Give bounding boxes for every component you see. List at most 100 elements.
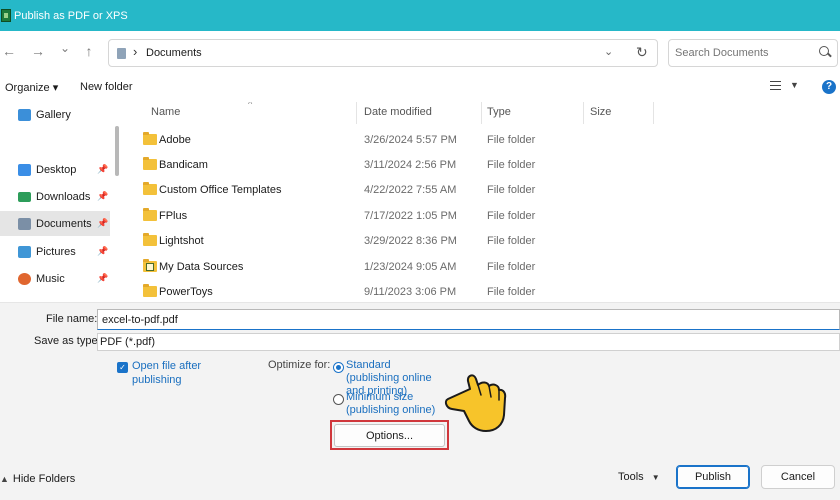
pin-icon[interactable]: 📌 bbox=[97, 273, 108, 284]
file-date: 1/23/2024 9:05 AM bbox=[364, 261, 457, 273]
pin-icon[interactable]: 📌 bbox=[97, 191, 108, 202]
pin-icon[interactable]: 📌 bbox=[97, 218, 108, 229]
hide-folders-label: Hide Folders bbox=[12, 473, 76, 485]
tools-dropdown[interactable]: Tools ▼ bbox=[618, 471, 660, 483]
documents-location-icon bbox=[117, 48, 126, 59]
file-date: 9/11/2023 3:06 PM bbox=[364, 286, 457, 298]
table-row[interactable]: Bandicam 3/11/2024 2:56 PM File folder bbox=[120, 153, 840, 178]
download-icon bbox=[18, 191, 31, 202]
column-divider[interactable] bbox=[356, 102, 357, 124]
file-type: File folder bbox=[487, 235, 536, 247]
view-dropdown-icon[interactable]: ▼ bbox=[790, 80, 799, 90]
file-type: File folder bbox=[487, 134, 536, 146]
column-header-type[interactable]: Type bbox=[487, 106, 511, 118]
folder-icon bbox=[143, 157, 157, 170]
file-date: 4/22/2022 7:55 AM bbox=[364, 184, 457, 196]
path-separator-icon: › bbox=[133, 44, 138, 59]
navigation-pane: Gallery Desktop 📌 Downloads 📌 Documents … bbox=[0, 102, 120, 302]
forward-arrow-icon[interactable]: → bbox=[29, 42, 47, 60]
column-divider[interactable] bbox=[481, 102, 482, 124]
refresh-icon[interactable]: ↻ bbox=[636, 44, 648, 61]
file-type: File folder bbox=[487, 286, 536, 298]
folder-icon bbox=[143, 284, 157, 297]
sidebar-item-documents[interactable]: Documents 📌 bbox=[0, 211, 110, 236]
file-name: My Data Sources bbox=[159, 261, 244, 273]
excel-app-icon bbox=[1, 9, 11, 22]
tools-label: Tools bbox=[618, 471, 644, 483]
file-type: File folder bbox=[487, 159, 536, 171]
file-name: Custom Office Templates bbox=[159, 184, 282, 196]
sidebar-item-label: Pictures bbox=[36, 245, 76, 258]
column-divider[interactable] bbox=[653, 102, 654, 124]
search-box[interactable]: Search Documents bbox=[668, 39, 838, 67]
table-row[interactable]: Adobe 3/26/2024 5:57 PM File folder bbox=[120, 128, 840, 153]
address-dropdown-icon[interactable]: ⌄ bbox=[604, 45, 613, 58]
file-type: File folder bbox=[487, 261, 536, 273]
documents-icon bbox=[18, 217, 31, 230]
pin-icon[interactable]: 📌 bbox=[97, 246, 108, 257]
table-row[interactable]: PowerToys 9/11/2023 3:06 PM File folder bbox=[120, 280, 840, 302]
table-row[interactable]: My Data Sources 1/23/2024 9:05 AM File f… bbox=[120, 255, 840, 280]
file-name-input[interactable] bbox=[97, 309, 840, 330]
recent-locations-chevron-icon[interactable]: ⌄ bbox=[56, 39, 74, 57]
file-name: PowerToys bbox=[159, 286, 213, 298]
sidebar-scrollbar[interactable] bbox=[115, 126, 119, 176]
back-arrow-icon[interactable]: ← bbox=[0, 42, 18, 60]
table-row[interactable]: Custom Office Templates 4/22/2022 7:55 A… bbox=[120, 178, 840, 203]
column-divider[interactable] bbox=[583, 102, 584, 124]
sidebar-item-pictures[interactable]: Pictures 📌 bbox=[0, 239, 110, 264]
sidebar-item-desktop[interactable]: Desktop 📌 bbox=[0, 157, 110, 182]
minimum-size-radio[interactable] bbox=[333, 394, 344, 405]
hide-folders-toggle[interactable]: ▲ Hide Folders bbox=[0, 473, 75, 485]
help-icon[interactable]: ? bbox=[822, 80, 836, 94]
publish-button[interactable]: Publish bbox=[676, 465, 750, 489]
column-header-date[interactable]: Date modified bbox=[364, 106, 432, 118]
file-name: Bandicam bbox=[159, 159, 208, 171]
title-bar: Publish as PDF or XPS bbox=[0, 0, 840, 31]
window-title: Publish as PDF or XPS bbox=[14, 9, 128, 22]
save-as-type-label: Save as type: bbox=[34, 335, 101, 347]
open-after-label[interactable]: Open file after publishing bbox=[132, 359, 242, 387]
open-after-checkbox[interactable]: ✓ bbox=[117, 362, 128, 373]
sort-ascending-icon: ^ bbox=[248, 102, 253, 109]
column-header-size[interactable]: Size bbox=[590, 106, 611, 118]
organize-button[interactable]: Organize ▾ bbox=[5, 81, 58, 94]
address-bar[interactable]: › Documents ⌄ ↻ bbox=[108, 39, 658, 67]
save-as-type-select[interactable]: PDF (*.pdf) bbox=[97, 333, 840, 351]
sidebar-item-label: Downloads bbox=[36, 190, 91, 203]
search-placeholder: Search Documents bbox=[675, 47, 769, 59]
data-sources-folder-icon bbox=[143, 259, 157, 272]
file-list: ^ Name Date modified Type Size Adobe 3/2… bbox=[120, 102, 840, 302]
file-type: File folder bbox=[487, 184, 536, 196]
sidebar-item-music[interactable]: Music 📌 bbox=[0, 266, 110, 291]
new-folder-button[interactable]: New folder bbox=[80, 81, 133, 93]
cancel-button[interactable]: Cancel bbox=[761, 465, 835, 489]
file-date: 7/17/2022 1:05 PM bbox=[364, 210, 457, 222]
view-options-icon[interactable] bbox=[770, 81, 781, 90]
minimum-size-label[interactable]: Minimum size (publishing online) bbox=[346, 391, 441, 417]
optimize-for-label: Optimize for: bbox=[268, 359, 331, 371]
file-name: Adobe bbox=[159, 134, 191, 146]
search-icon[interactable] bbox=[819, 46, 829, 56]
breadcrumb-documents[interactable]: Documents bbox=[146, 47, 202, 59]
up-arrow-icon[interactable]: ↑ bbox=[80, 42, 98, 60]
table-row[interactable]: Lightshot 3/29/2022 8:36 PM File folder bbox=[120, 229, 840, 254]
save-options-panel: File name: Save as type: PDF (*.pdf) ✓ O… bbox=[0, 302, 840, 500]
file-type: File folder bbox=[487, 210, 536, 222]
sidebar-item-gallery[interactable]: Gallery bbox=[0, 102, 110, 127]
file-date: 3/11/2024 2:56 PM bbox=[364, 159, 457, 171]
file-name-label: File name: bbox=[46, 313, 98, 325]
sidebar-item-label: Music bbox=[36, 272, 65, 285]
column-header-name[interactable]: Name bbox=[151, 106, 180, 118]
tools-dropdown-icon: ▼ bbox=[651, 473, 660, 482]
pin-icon[interactable]: 📌 bbox=[97, 164, 108, 175]
options-button[interactable]: Options... bbox=[334, 424, 445, 447]
folder-icon bbox=[143, 182, 157, 195]
command-bar: Organize ▾ New folder ▼ ? bbox=[0, 73, 840, 102]
navigation-bar: ← → ⌄ ↑ › Documents ⌄ ↻ Search Documents bbox=[0, 31, 840, 73]
table-row[interactable]: FPlus 7/17/2022 1:05 PM File folder bbox=[120, 204, 840, 229]
desktop-icon bbox=[18, 163, 31, 176]
file-date: 3/26/2024 5:57 PM bbox=[364, 134, 457, 146]
standard-radio[interactable] bbox=[333, 362, 344, 373]
sidebar-item-downloads[interactable]: Downloads 📌 bbox=[0, 184, 110, 209]
